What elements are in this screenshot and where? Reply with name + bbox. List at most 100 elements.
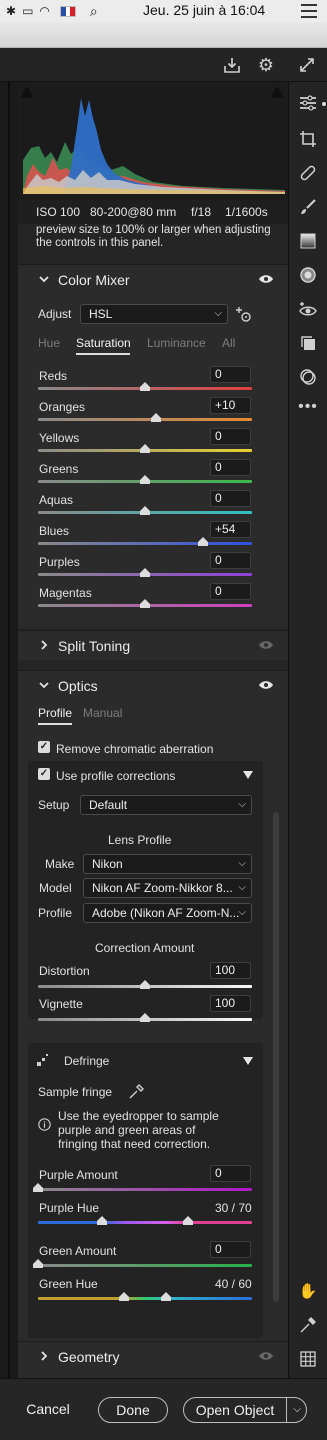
tab-all[interactable]: All (222, 336, 235, 350)
purple-hue-label: Purple Hue (39, 1201, 100, 1215)
wifi-icon[interactable]: ◠ (39, 4, 49, 18)
green-hue-value: 40 / 60 (215, 1277, 252, 1291)
purple-amount-value[interactable]: 0 (210, 1165, 251, 1182)
done-button[interactable]: Done (98, 1397, 168, 1423)
vignette-value[interactable]: 100 (210, 995, 251, 1012)
slider-thumb[interactable] (140, 444, 150, 453)
eyedropper-icon[interactable] (128, 1084, 144, 1100)
green-hue-slider-track[interactable] (38, 1297, 252, 1300)
tab-manual[interactable]: Manual (83, 706, 122, 720)
slider-value-field[interactable]: 0 (210, 366, 251, 383)
setup-dropdown[interactable]: Default ⌵ (80, 795, 252, 815)
notification-center-icon[interactable] (301, 4, 317, 18)
open-object-button[interactable]: Open Object ⌵ (183, 1397, 307, 1423)
slider-value-field[interactable]: 0 (210, 459, 251, 476)
correction-amount-heading: Correction Amount (95, 941, 195, 955)
menubar-clock[interactable]: Jeu. 25 juin à 16:04 (143, 2, 265, 18)
slider-value-field[interactable]: 0 (210, 583, 251, 600)
green-amount-slider-thumb[interactable] (33, 1259, 43, 1268)
sample-fringe-label: Sample fringe (38, 1085, 113, 1099)
collapse-triangle-icon[interactable] (243, 771, 253, 779)
optics-header[interactable]: Optics (18, 671, 288, 701)
cancel-button[interactable]: Cancel (18, 1397, 78, 1423)
make-dropdown[interactable]: Nikon ⌵ (83, 854, 252, 874)
slider-thumb[interactable] (140, 382, 150, 391)
visibility-eye-icon[interactable] (258, 273, 274, 285)
slider-track[interactable] (38, 418, 252, 421)
distortion-value[interactable]: 100 (210, 962, 251, 979)
distortion-slider-thumb[interactable] (140, 980, 150, 989)
slider-thumb[interactable] (140, 475, 150, 484)
airplay-icon[interactable]: ▭ (22, 4, 33, 18)
bluetooth-icon[interactable]: ✱ (6, 4, 16, 18)
model-dropdown-value: Nikon AF Zoom-Nikkor 8... (92, 881, 233, 895)
tab-luminance[interactable]: Luminance (147, 336, 206, 350)
brush-icon[interactable] (297, 196, 319, 218)
green-amount-value[interactable]: 0 (210, 1241, 251, 1258)
slider-value-field[interactable]: 0 (210, 428, 251, 445)
input-source-flag-icon[interactable] (59, 5, 76, 17)
purple-hue-low-thumb[interactable] (97, 1216, 107, 1225)
purple-amount-slider-track[interactable] (38, 1188, 252, 1191)
model-dropdown[interactable]: Nikon AF Zoom-Nikkor 8... ⌵ (83, 878, 252, 898)
edit-sliders-icon[interactable] (297, 92, 319, 114)
slider-thumb[interactable] (140, 599, 150, 608)
visibility-eye-icon[interactable] (258, 1350, 274, 1362)
lens-profile-heading: Lens Profile (108, 833, 172, 847)
slider-value-field[interactable]: +54 (210, 521, 251, 538)
hand-icon[interactable]: ✋ (297, 1280, 319, 1302)
slider-thumb[interactable] (140, 568, 150, 577)
active-tab-underline (38, 723, 72, 725)
crop-icon[interactable] (297, 128, 319, 150)
red-eye-icon[interactable] (297, 298, 319, 320)
grid-icon[interactable] (297, 1348, 319, 1370)
highlight-clipping-icon[interactable] (270, 84, 284, 98)
visibility-eye-icon[interactable] (258, 679, 274, 691)
slider-value-field[interactable]: 0 (210, 490, 251, 507)
green-amount-slider-track[interactable] (38, 1264, 252, 1267)
setup-label: Setup (38, 798, 70, 812)
slider-thumb[interactable] (198, 537, 208, 546)
slider-thumb[interactable] (151, 413, 161, 422)
profile-dropdown[interactable]: Adobe (Nikon AF Zoom-N... ⌵ (83, 903, 252, 923)
more-icon[interactable]: ••• (297, 396, 319, 418)
active-tab-underline (76, 353, 130, 355)
tab-hue[interactable]: Hue (38, 336, 60, 350)
presets-icon[interactable] (297, 332, 319, 354)
visibility-eye-icon[interactable] (258, 639, 274, 651)
slider-track[interactable] (38, 542, 252, 545)
green-hue-high-thumb[interactable] (161, 1292, 171, 1301)
gear-icon[interactable]: ⚙ (255, 54, 277, 76)
spotlight-icon[interactable]: ⌕ (90, 3, 98, 20)
graduated-filter-icon[interactable] (297, 230, 319, 252)
tab-saturation[interactable]: Saturation (76, 336, 131, 350)
healing-bandage-icon[interactable] (297, 162, 319, 184)
collapse-triangle-icon[interactable] (243, 1057, 253, 1065)
geometry-header[interactable]: Geometry (18, 1342, 288, 1372)
snapshots-icon[interactable] (297, 366, 319, 388)
purple-hue-high-thumb[interactable] (183, 1216, 193, 1225)
fullscreen-icon[interactable] (296, 54, 318, 76)
edit-panel: ISO 100 80-200@80 mm f/18 1/1600s previe… (18, 82, 288, 1378)
purple-amount-slider-thumb[interactable] (33, 1183, 43, 1192)
use-profile-checkbox[interactable]: ✓ (38, 768, 50, 780)
open-object-label: Open Object (195, 1402, 275, 1418)
green-hue-low-thumb[interactable] (119, 1292, 129, 1301)
adjust-dropdown[interactable]: HSL ⌵ (80, 304, 228, 324)
open-options-chevron-icon[interactable]: ⌵ (293, 1398, 301, 1422)
shadow-clipping-icon[interactable] (20, 84, 34, 98)
purple-hue-slider-track[interactable] (38, 1221, 252, 1224)
color-sampler-icon[interactable] (297, 1314, 319, 1336)
targeted-adjustment-icon[interactable] (234, 305, 254, 325)
tab-profile[interactable]: Profile (38, 706, 72, 720)
slider-value-field[interactable]: +10 (210, 397, 251, 414)
color-mixer-header[interactable]: Color Mixer (18, 265, 288, 295)
remove-ca-checkbox[interactable]: ✓ (38, 741, 50, 753)
split-toning-header[interactable]: Split Toning (18, 631, 288, 661)
vignette-slider-thumb[interactable] (140, 1013, 150, 1022)
slider-thumb[interactable] (140, 506, 150, 515)
slider-value-field[interactable]: 0 (210, 552, 251, 569)
save-icon[interactable] (221, 54, 243, 76)
radial-filter-icon[interactable] (297, 264, 319, 286)
panel-scrollbar[interactable] (273, 812, 279, 1302)
